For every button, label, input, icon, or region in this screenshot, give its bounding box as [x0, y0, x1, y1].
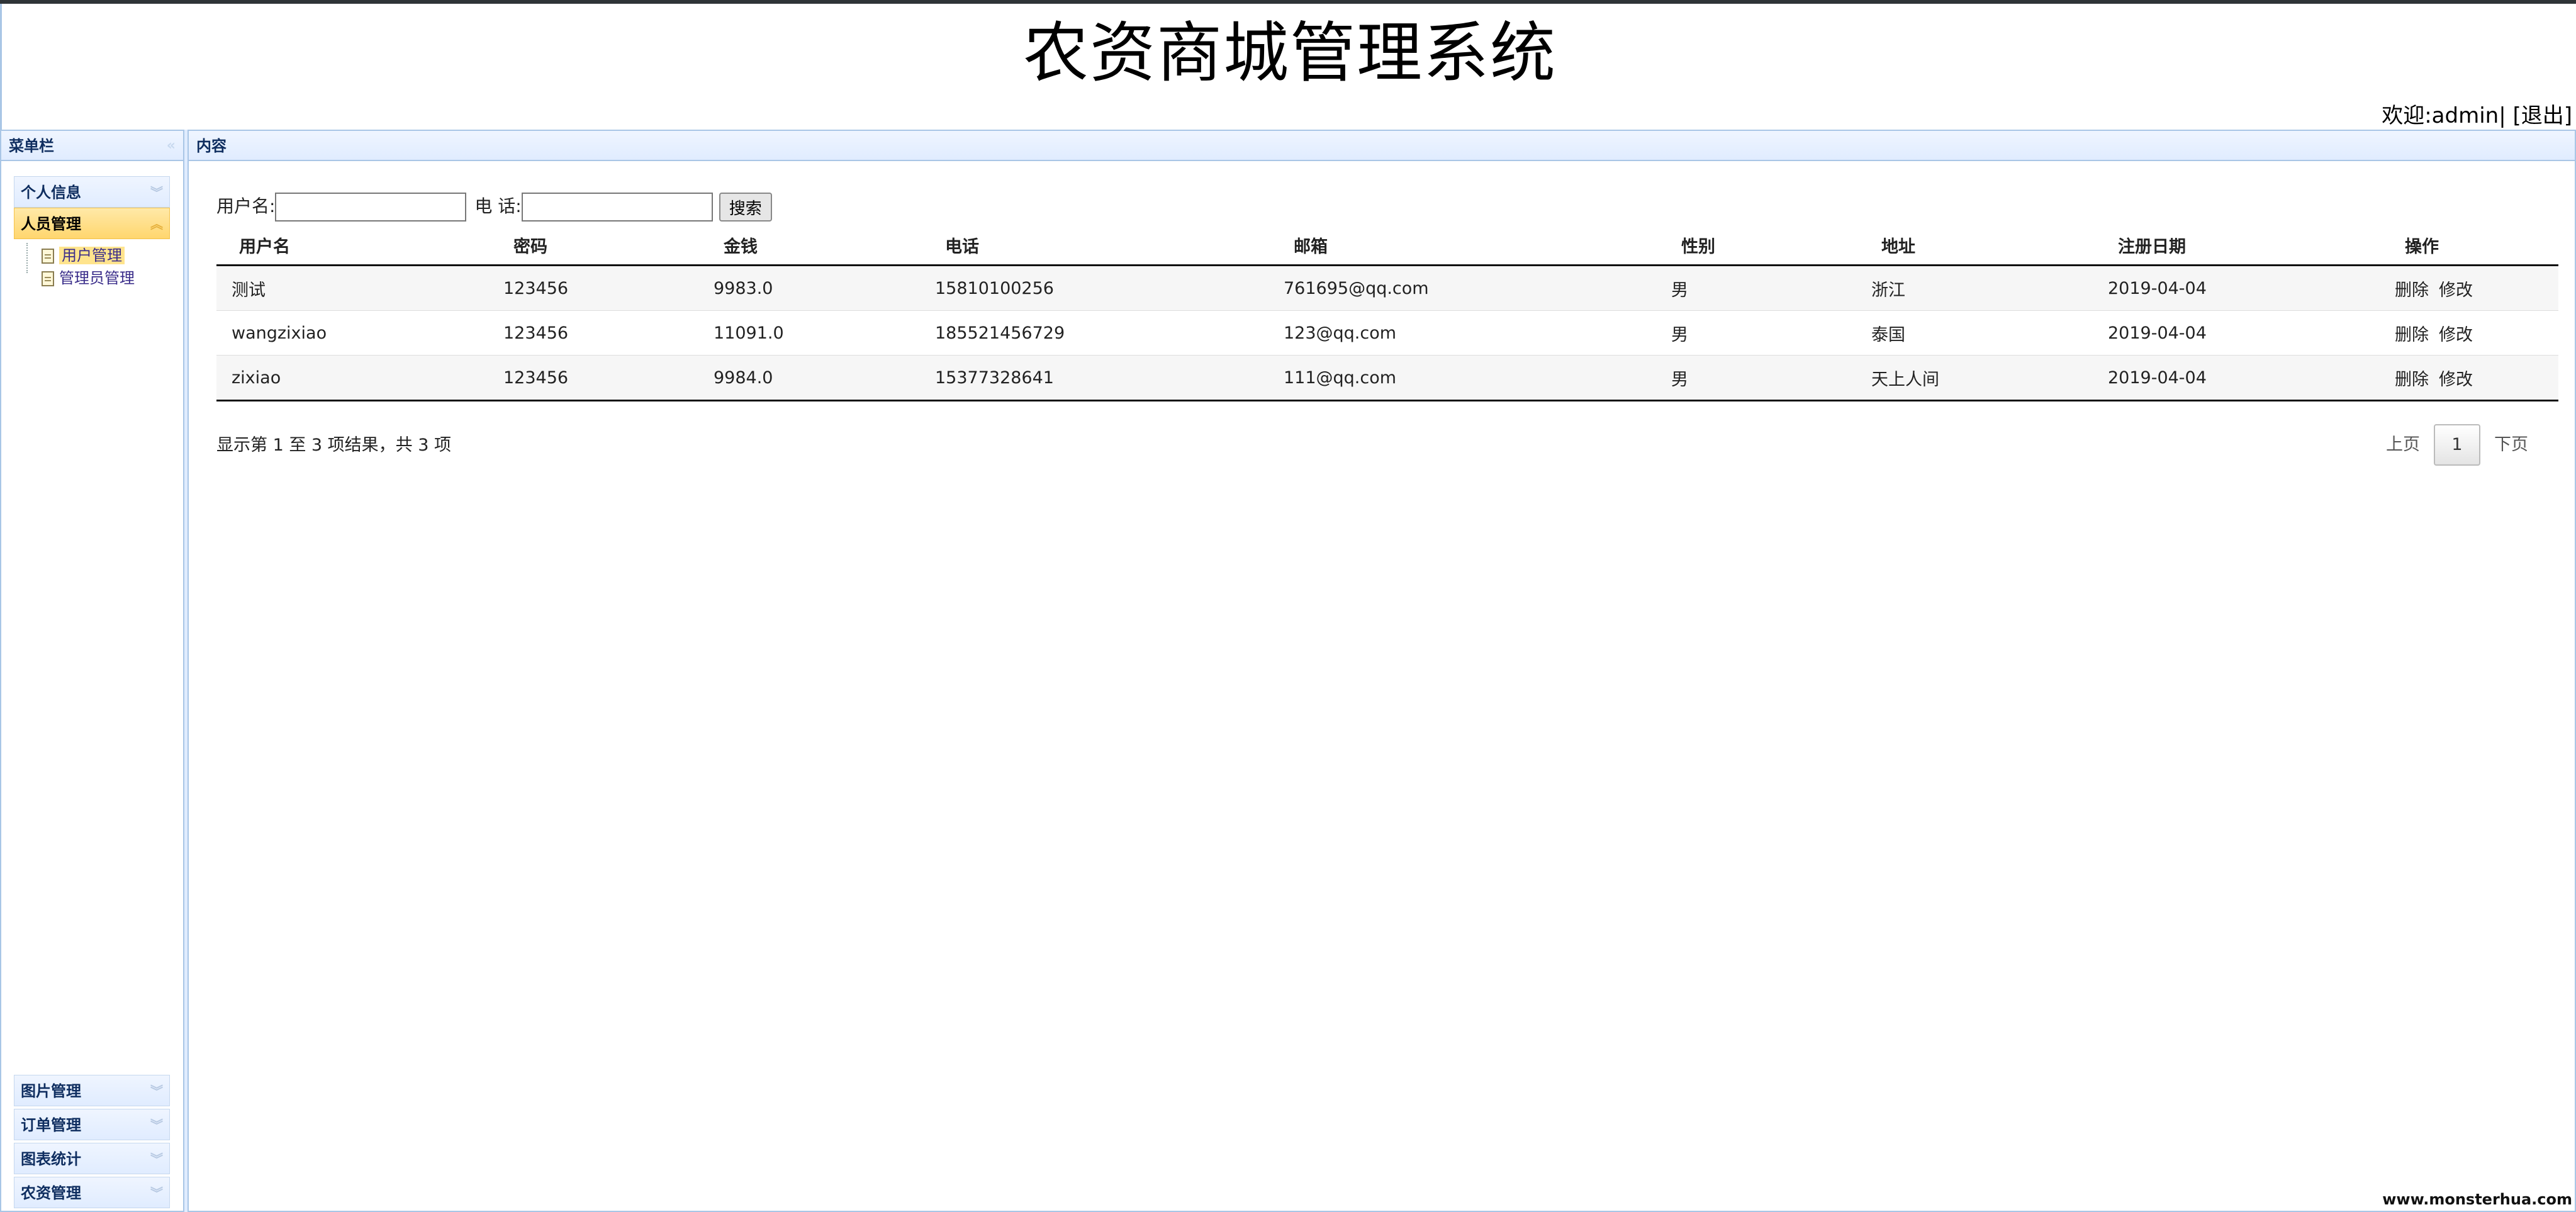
search-bar: 用户名: 电 话: 搜索 — [216, 190, 772, 223]
user-bar: 欢迎:admin| [退出] — [2382, 103, 2572, 128]
sidebar-item-label: 人员管理 — [21, 215, 81, 233]
cell-address: 泰国 — [1871, 310, 2108, 356]
cell-phone: 185521456729 — [935, 310, 1284, 356]
delete-link[interactable]: 删除 — [2395, 281, 2429, 300]
sidebar-item-order-management[interactable]: 订单管理 ︾ — [14, 1109, 170, 1140]
content-header: 内容 — [189, 131, 2575, 161]
column-header[interactable]: 密码 — [503, 225, 714, 266]
table-row: 测试 123456 9983.0 15810100256 761695@qq.c… — [216, 265, 2558, 311]
cell-password: 123456 — [503, 265, 714, 311]
cell-register-date: 2019-04-04 — [2108, 310, 2395, 356]
sidebar-item-agri-management[interactable]: 农资管理 ︾ — [14, 1177, 170, 1208]
sidebar-title: 菜单栏 — [9, 137, 54, 155]
cell-email: 111@qq.com — [1284, 355, 1671, 401]
cell-username: zixiao — [216, 355, 503, 401]
app-header: 农资商城管理系统 欢迎:admin| [退出] — [0, 4, 2576, 130]
cell-register-date: 2019-04-04 — [2108, 265, 2395, 311]
cell-gender: 男 — [1671, 265, 1871, 311]
sidebar-item-personal-info[interactable]: 个人信息 ︾ — [14, 176, 170, 208]
cell-register-date: 2019-04-04 — [2108, 355, 2395, 401]
sidebar-item-label: 农资管理 — [21, 1184, 81, 1202]
delete-link[interactable]: 删除 — [2395, 370, 2429, 390]
collapse-left-icon[interactable]: « — [167, 131, 176, 161]
sidebar-item-image-management[interactable]: 图片管理 ︾ — [14, 1075, 170, 1106]
table-row: zixiao 123456 9984.0 15377328641 111@qq.… — [216, 355, 2558, 401]
column-header[interactable]: 金钱 — [714, 225, 935, 266]
sidebar-item-label: 个人信息 — [21, 184, 81, 201]
page-number-button[interactable]: 1 — [2434, 424, 2480, 466]
cell-actions: 删除 修改 — [2395, 265, 2558, 311]
sidebar-item-label: 图表统计 — [21, 1150, 81, 1168]
phone-label: 电 话: — [474, 196, 522, 216]
welcome-text: 欢迎:admin| — [2382, 103, 2506, 128]
table-row: wangzixiao 123456 11091.0 185521456729 1… — [216, 310, 2558, 356]
chevron-down-icon: ︾ — [150, 185, 163, 200]
tree-item-user-management[interactable]: 用户管理 — [21, 245, 125, 266]
next-page-button[interactable]: 下页 — [2480, 424, 2542, 466]
chevron-up-icon: ︽ — [150, 216, 163, 232]
cell-money: 9984.0 — [714, 355, 935, 401]
user-table: 用户名 密码 金钱 电话 邮箱 性别 地址 注册日期 操作 测试 123456 … — [216, 225, 2558, 401]
content-panel: 内容 用户名: 电 话: 搜索 用户名 密码 金钱 电话 邮箱 性别 地址 注册日… — [188, 130, 2576, 1212]
cell-email: 123@qq.com — [1284, 310, 1671, 356]
tree-item-label: 管理员管理 — [59, 269, 135, 287]
pagination-info: 显示第 1 至 3 项结果，共 3 项 — [216, 435, 452, 455]
column-header[interactable]: 用户名 — [216, 225, 503, 266]
cell-password: 123456 — [503, 310, 714, 356]
sidebar-tree: 用户管理 管理员管理 — [14, 239, 170, 293]
edit-link[interactable]: 修改 — [2439, 370, 2473, 390]
cell-actions: 删除 修改 — [2395, 355, 2558, 401]
table-header-row: 用户名 密码 金钱 电话 邮箱 性别 地址 注册日期 操作 — [216, 225, 2558, 266]
cell-phone: 15810100256 — [935, 265, 1284, 311]
watermark: www.monsterhua.com — [2382, 1191, 2572, 1208]
username-input[interactable] — [275, 193, 467, 222]
phone-input[interactable] — [521, 193, 713, 222]
chevron-down-icon: ︾ — [150, 1084, 163, 1099]
column-header[interactable]: 电话 — [935, 225, 1284, 266]
column-header[interactable]: 注册日期 — [2108, 225, 2395, 266]
cell-address: 天上人间 — [1871, 355, 2108, 401]
edit-link[interactable]: 修改 — [2439, 325, 2473, 345]
sidebar-accordion-bottom: 图片管理 ︾ 订单管理 ︾ 图表统计 ︾ 农资管理 ︾ — [14, 1075, 170, 1208]
content-title: 内容 — [196, 137, 227, 155]
cell-password: 123456 — [503, 355, 714, 401]
chevron-down-icon: ︾ — [150, 1152, 163, 1167]
search-button[interactable]: 搜索 — [719, 193, 772, 222]
prev-page-button[interactable]: 上页 — [2372, 424, 2434, 466]
app-title: 农资商城管理系统 — [1022, 14, 1557, 91]
sidebar-header: 菜单栏 « — [1, 131, 183, 161]
cell-phone: 15377328641 — [935, 355, 1284, 401]
sidebar-item-label: 图片管理 — [21, 1082, 81, 1100]
edit-link[interactable]: 修改 — [2439, 281, 2473, 300]
sidebar-panel: 菜单栏 « 个人信息 ︾ 人员管理 ︽ 用户管理 管理员管理 图片管理 ︾ 订单… — [0, 130, 184, 1212]
column-header[interactable]: 地址 — [1871, 225, 2108, 266]
sidebar-item-staff-management[interactable]: 人员管理 ︽ — [14, 208, 170, 239]
sidebar-item-chart-statistics[interactable]: 图表统计 ︾ — [14, 1143, 170, 1174]
username-label: 用户名: — [216, 196, 276, 216]
file-icon — [42, 271, 54, 286]
cell-actions: 删除 修改 — [2395, 310, 2558, 356]
tree-item-label: 用户管理 — [59, 247, 125, 264]
cell-username: 测试 — [216, 265, 503, 311]
cell-gender: 男 — [1671, 310, 1871, 356]
column-header[interactable]: 邮箱 — [1284, 225, 1671, 266]
sidebar-accordion-top: 个人信息 ︾ 人员管理 ︽ 用户管理 管理员管理 — [14, 176, 170, 293]
column-header[interactable]: 性别 — [1671, 225, 1871, 266]
sidebar-item-label: 订单管理 — [21, 1116, 81, 1134]
cell-money: 9983.0 — [714, 265, 935, 311]
file-icon — [42, 249, 54, 264]
tree-item-admin-management[interactable]: 管理员管理 — [21, 268, 135, 288]
column-header: 操作 — [2395, 225, 2558, 266]
chevron-down-icon: ︾ — [150, 1186, 163, 1201]
logout-link[interactable]: [退出] — [2512, 103, 2572, 128]
chevron-down-icon: ︾ — [150, 1118, 163, 1133]
cell-username: wangzixiao — [216, 310, 503, 356]
cell-address: 浙江 — [1871, 265, 2108, 311]
cell-money: 11091.0 — [714, 310, 935, 356]
pagination: 上页 1 下页 — [2372, 424, 2542, 466]
cell-email: 761695@qq.com — [1284, 265, 1671, 311]
cell-gender: 男 — [1671, 355, 1871, 401]
delete-link[interactable]: 删除 — [2395, 325, 2429, 345]
